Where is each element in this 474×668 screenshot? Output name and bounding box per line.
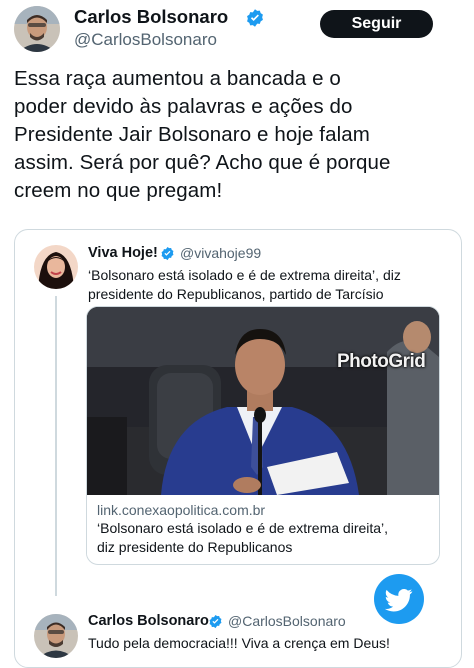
verified-badge-icon — [245, 8, 265, 33]
thread-connector-line — [55, 296, 57, 596]
tweet-text-line: Presidente Jair Bolsonaro e hoje falam — [14, 123, 370, 146]
author-avatar[interactable] — [14, 6, 60, 52]
link-preview-image[interactable]: PhotoGrid — [87, 307, 439, 495]
author-name[interactable]: Carlos Bolsonaro — [74, 6, 228, 28]
reply-author-name[interactable]: Carlos Bolsonaro — [88, 613, 209, 630]
tweet-text-line: assim. Será por quê? Acho que é porque — [14, 151, 391, 174]
author-handle[interactable]: @CarlosBolsonaro — [74, 30, 217, 50]
reply-author-handle[interactable]: @CarlosBolsonaro — [228, 613, 346, 630]
quoted-author-name[interactable]: Viva Hoje! — [88, 245, 158, 262]
twitter-bird-icon — [374, 574, 424, 624]
link-preview-card[interactable]: PhotoGrid link.conexaopolitica.com.br ‘B… — [86, 306, 440, 565]
reply-author-avatar[interactable] — [34, 614, 78, 658]
link-domain: link.conexaopolitica.com.br — [97, 502, 266, 518]
quoted-text-line: ‘Bolsonaro está isolado e é de extrema d… — [88, 267, 401, 283]
reply-tweet-text: Tudo pela democracia!!! Viva a crença em… — [88, 635, 390, 651]
follow-button[interactable]: Seguir — [320, 10, 433, 38]
tweet-text: Essa raça aumentou a bancada e o poder d… — [14, 65, 464, 205]
quoted-author-avatar[interactable] — [34, 245, 78, 289]
quoted-author-handle[interactable]: @vivahoje99 — [180, 245, 261, 262]
quoted-text-line: presidente do Republicanos, partido de T… — [88, 286, 384, 302]
tweet-text-line: poder devido às palavras e ações do — [14, 95, 353, 118]
verified-badge-icon — [208, 614, 223, 634]
tweet-text-line: Essa raça aumentou a bancada e o — [14, 67, 341, 90]
quoted-tweet-text: ‘Bolsonaro está isolado e é de extrema d… — [88, 266, 458, 304]
photogrid-watermark: PhotoGrid — [337, 351, 426, 372]
link-title-line: diz presidente do Republicanos — [97, 539, 293, 555]
link-title-line: ‘Bolsonaro está isolado e é de extrema d… — [97, 520, 389, 536]
verified-badge-icon — [160, 246, 175, 266]
tweet-text-line: creem no que pregam! — [14, 179, 223, 202]
link-card-body[interactable]: link.conexaopolitica.com.br ‘Bolsonaro e… — [87, 495, 439, 557]
